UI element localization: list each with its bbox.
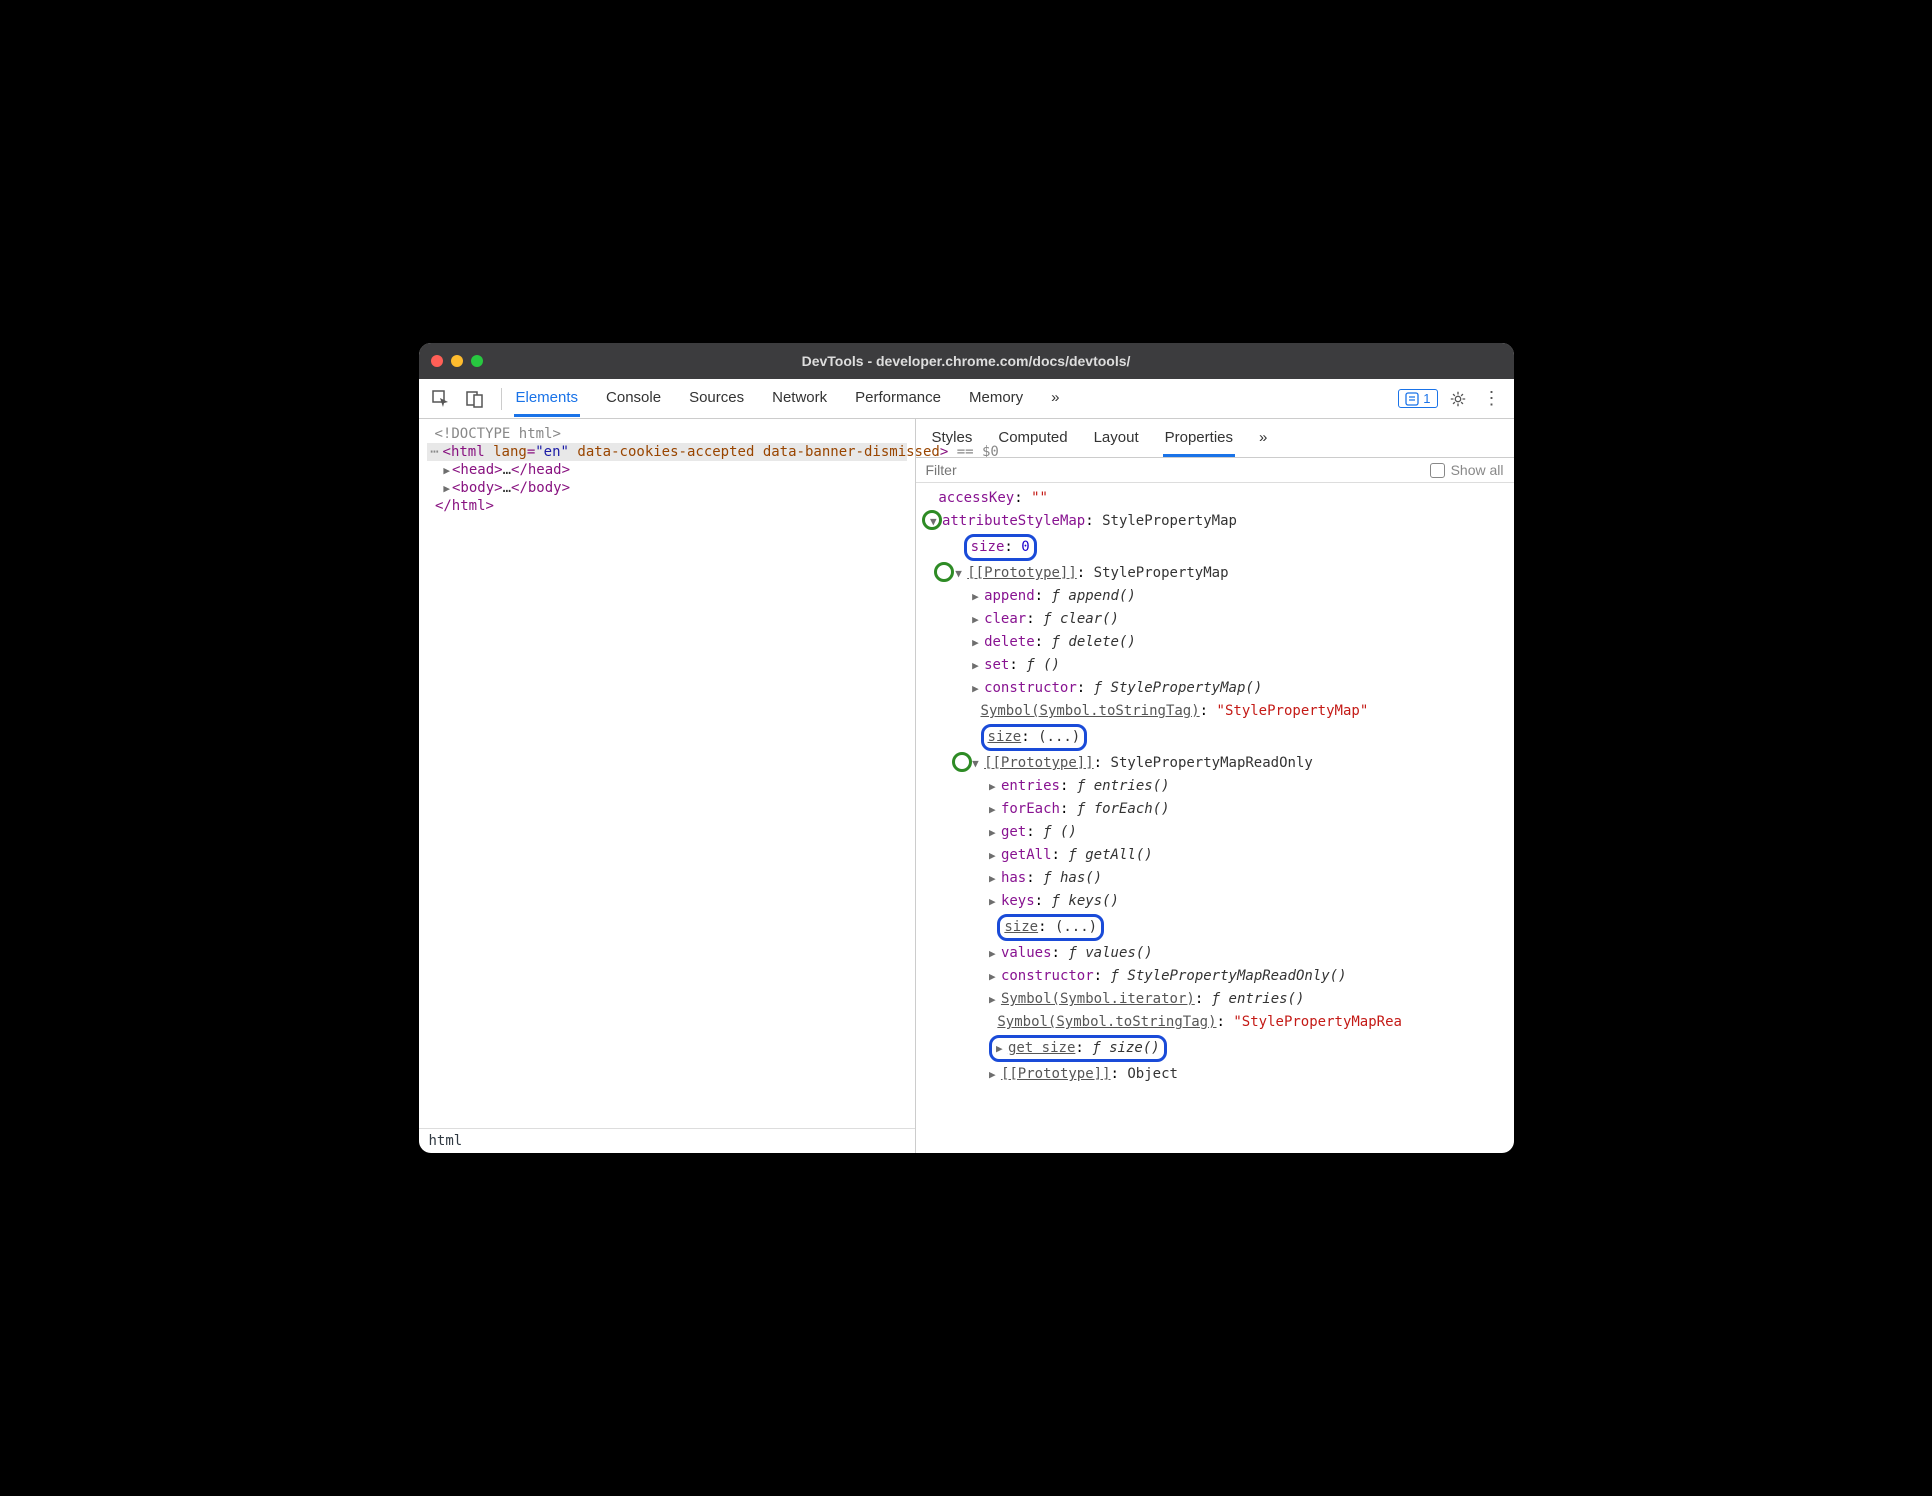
prop-get-size[interactable]: ▶get size: ƒ size()	[922, 1034, 1514, 1063]
issue-count: 1	[1423, 391, 1430, 406]
prop-size-ellipsis-2[interactable]: size: (...)	[922, 913, 1514, 942]
subtab-layout[interactable]: Layout	[1092, 425, 1141, 457]
inspect-element-icon[interactable]	[427, 385, 455, 413]
subtab-styles[interactable]: Styles	[930, 425, 975, 457]
prop-prototype-1[interactable]: ▼[[Prototype]]: StylePropertyMap	[922, 562, 1514, 585]
prop-foreach[interactable]: ▶forEach: ƒ forEach()	[922, 798, 1514, 821]
prop-constructor-2[interactable]: ▶constructor: ƒ StylePropertyMapReadOnly…	[922, 965, 1514, 988]
close-window-button[interactable]	[431, 355, 443, 367]
tab-sources[interactable]: Sources	[687, 381, 746, 417]
prop-symbol-tostringtag-1[interactable]: Symbol(Symbol.toStringTag): "StyleProper…	[922, 700, 1514, 723]
toolbar-divider	[501, 388, 502, 410]
tab-network[interactable]: Network	[770, 381, 829, 417]
more-options-icon[interactable]: ⋮	[1478, 385, 1506, 413]
prop-set[interactable]: ▶set: ƒ ()	[922, 654, 1514, 677]
showall-label: Show all	[1451, 462, 1504, 478]
issues-badge[interactable]: 1	[1398, 389, 1437, 408]
tab-console[interactable]: Console	[604, 381, 663, 417]
html-close-node[interactable]: </html>	[427, 497, 907, 515]
tab-performance[interactable]: Performance	[853, 381, 943, 417]
elements-panel: <!DOCTYPE html> ⋯<html lang="en" data-co…	[419, 419, 916, 1153]
filter-bar: Show all	[916, 458, 1514, 483]
prop-append[interactable]: ▶append: ƒ append()	[922, 585, 1514, 608]
prop-clear[interactable]: ▶clear: ƒ clear()	[922, 608, 1514, 631]
properties-pane[interactable]: accessKey: "" ▼attributeStyleMap: StyleP…	[916, 483, 1514, 1153]
main-toolbar: Elements Console Sources Network Perform…	[419, 379, 1514, 419]
minimize-window-button[interactable]	[451, 355, 463, 367]
titlebar: DevTools - developer.chrome.com/docs/dev…	[419, 343, 1514, 379]
breadcrumb[interactable]: html	[419, 1128, 915, 1153]
subtab-computed[interactable]: Computed	[996, 425, 1069, 457]
window-title: DevTools - developer.chrome.com/docs/dev…	[419, 353, 1514, 369]
prop-symbol-tostringtag-2[interactable]: Symbol(Symbol.toStringTag): "StyleProper…	[922, 1011, 1514, 1034]
sidebar-panel: Styles Computed Layout Properties » Show…	[916, 419, 1514, 1153]
prop-constructor-1[interactable]: ▶constructor: ƒ StylePropertyMap()	[922, 677, 1514, 700]
prop-attributestylemap[interactable]: ▼attributeStyleMap: StylePropertyMap	[922, 510, 1514, 533]
device-toolbar-icon[interactable]	[461, 385, 489, 413]
tab-elements[interactable]: Elements	[514, 381, 581, 417]
subtab-properties[interactable]: Properties	[1163, 425, 1235, 457]
annotation-circle-icon	[934, 562, 954, 582]
head-element-node[interactable]: ▶<head>…</head>	[427, 461, 907, 479]
doctype-node[interactable]: <!DOCTYPE html>	[427, 425, 907, 443]
annotation-circle-icon	[922, 510, 942, 530]
prop-accesskey[interactable]: accessKey: ""	[922, 487, 1514, 510]
body-element-node[interactable]: ▶<body>…</body>	[427, 479, 907, 497]
zoom-window-button[interactable]	[471, 355, 483, 367]
prop-prototype-3[interactable]: ▶[[Prototype]]: Object	[922, 1063, 1514, 1086]
window-controls	[431, 355, 483, 367]
annotation-box-icon: ▶get size: ƒ size()	[989, 1035, 1167, 1062]
annotation-circle-icon	[952, 752, 972, 772]
prop-has[interactable]: ▶has: ƒ has()	[922, 867, 1514, 890]
prop-entries[interactable]: ▶entries: ƒ entries()	[922, 775, 1514, 798]
tab-more[interactable]: »	[1049, 381, 1061, 417]
devtools-window: DevTools - developer.chrome.com/docs/dev…	[419, 343, 1514, 1153]
prop-prototype-2[interactable]: ▼[[Prototype]]: StylePropertyMapReadOnly	[922, 752, 1514, 775]
filter-input[interactable]	[926, 462, 1430, 478]
main-tabs: Elements Console Sources Network Perform…	[514, 381, 1062, 417]
tab-memory[interactable]: Memory	[967, 381, 1025, 417]
prop-size-0[interactable]: size: 0	[922, 533, 1514, 562]
prop-size-ellipsis-1[interactable]: size: (...)	[922, 723, 1514, 752]
prop-get[interactable]: ▶get: ƒ ()	[922, 821, 1514, 844]
annotation-box-icon: size: (...)	[997, 914, 1104, 941]
content-area: <!DOCTYPE html> ⋯<html lang="en" data-co…	[419, 419, 1514, 1153]
html-element-node[interactable]: ⋯<html lang="en" data-cookies-accepted d…	[427, 443, 907, 461]
issue-icon	[1405, 392, 1419, 406]
showall-checkbox[interactable]	[1430, 463, 1445, 478]
prop-symbol-iterator[interactable]: ▶Symbol(Symbol.iterator): ƒ entries()	[922, 988, 1514, 1011]
subtab-more[interactable]: »	[1257, 425, 1269, 457]
annotation-box-icon: size: (...)	[981, 724, 1088, 751]
prop-values[interactable]: ▶values: ƒ values()	[922, 942, 1514, 965]
dom-tree[interactable]: <!DOCTYPE html> ⋯<html lang="en" data-co…	[419, 419, 915, 1128]
annotation-box-icon: size: 0	[964, 534, 1037, 561]
sidebar-tabs: Styles Computed Layout Properties »	[916, 419, 1514, 458]
prop-delete[interactable]: ▶delete: ƒ delete()	[922, 631, 1514, 654]
prop-getall[interactable]: ▶getAll: ƒ getAll()	[922, 844, 1514, 867]
settings-icon[interactable]	[1444, 385, 1472, 413]
prop-keys[interactable]: ▶keys: ƒ keys()	[922, 890, 1514, 913]
